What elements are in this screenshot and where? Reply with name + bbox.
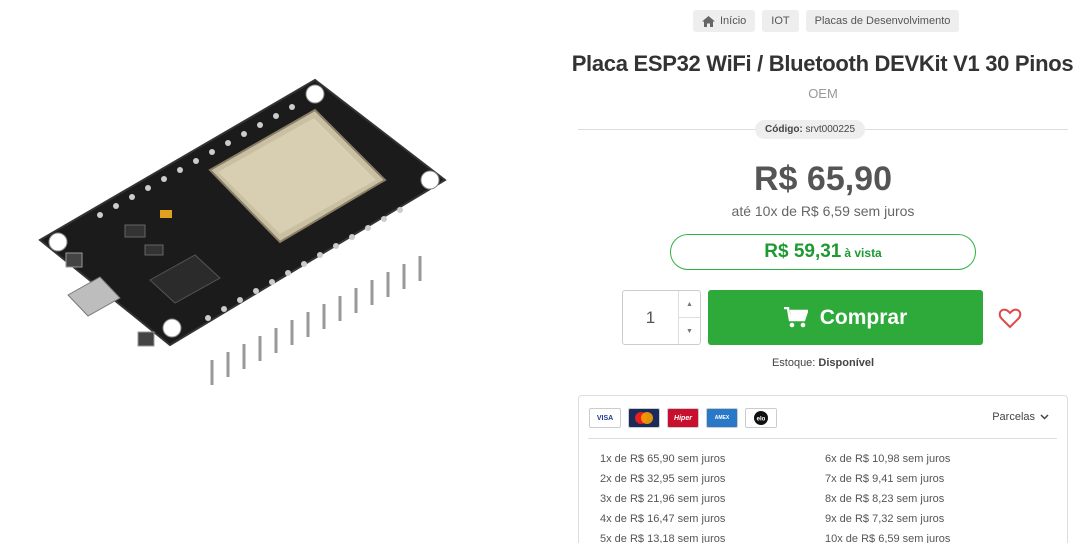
cash-price: R$ 59,31	[764, 241, 842, 262]
buy-button[interactable]: Comprar	[708, 290, 983, 345]
breadcrumb: Início IOT Placas de Desenvolvimento	[693, 10, 960, 32]
hipercard-icon: Hiper	[667, 408, 699, 428]
installment-item: 8x de R$ 8,23 sem juros	[825, 493, 945, 505]
installment-item: 1x de R$ 65,90 sem juros	[600, 453, 726, 465]
quantity-increment-button[interactable]: ▲	[679, 291, 700, 317]
breadcrumb-item-placas[interactable]: Placas de Desenvolvimento	[805, 10, 960, 32]
product-price: R$ 65,90	[754, 160, 892, 198]
installment-item: 7x de R$ 9,41 sem juros	[825, 473, 945, 485]
breadcrumb-label: Placas de Desenvolvimento	[814, 15, 951, 27]
breadcrumb-item-iot[interactable]: IOT	[762, 10, 799, 32]
quantity-input[interactable]: 1	[623, 291, 678, 344]
breadcrumb-item-home[interactable]: Início	[693, 10, 756, 32]
quantity-stepper: 1 ▲ ▼	[622, 290, 701, 345]
stock-value: Disponível	[818, 357, 875, 369]
product-title: Placa ESP32 WiFi / Bluetooth DEVKit V1 3…	[571, 51, 1074, 76]
installment-item: 5x de R$ 13,18 sem juros	[600, 533, 726, 543]
payment-box: VISA Hiper AMEX elo Parcelas 1x de R$ 65…	[578, 395, 1068, 543]
sku-value: srvt000225	[805, 124, 856, 135]
american-express-icon: AMEX	[706, 408, 738, 428]
heart-icon[interactable]	[998, 306, 1022, 330]
breadcrumb-label: IOT	[771, 15, 790, 27]
sku-label: Código:	[765, 124, 803, 135]
installment-item: 10x de R$ 6,59 sem juros	[825, 533, 951, 543]
card-brands: VISA Hiper AMEX elo	[589, 408, 777, 428]
shopping-cart-icon	[783, 306, 808, 327]
visa-icon: VISA	[589, 408, 621, 428]
elo-icon: elo	[745, 408, 777, 428]
cash-price-box: R$ 59,31 à vista	[670, 234, 976, 270]
stock-status: Estoque: Disponível	[580, 357, 1066, 369]
installments-text: até 10x de R$ 6,59 sem juros	[731, 203, 915, 219]
mastercard-icon	[628, 408, 660, 428]
chevron-down-icon: ▼	[686, 327, 693, 335]
parcelas-label: Parcelas	[992, 411, 1035, 423]
chevron-up-icon: ▲	[686, 300, 693, 308]
divider	[588, 438, 1057, 439]
installment-item: 9x de R$ 7,32 sem juros	[825, 513, 945, 525]
installment-list-left: 1x de R$ 65,90 sem juros 2x de R$ 32,95 …	[600, 452, 725, 543]
installment-item: 6x de R$ 10,98 sem juros	[825, 453, 951, 465]
product-brand[interactable]: OEM	[580, 86, 1066, 101]
installment-item: 3x de R$ 21,96 sem juros	[600, 493, 726, 505]
installment-item: 2x de R$ 32,95 sem juros	[600, 473, 726, 485]
svg-text:elo: elo	[757, 417, 766, 423]
parcelas-toggle[interactable]: Parcelas	[992, 411, 1049, 423]
installment-item: 4x de R$ 16,47 sem juros	[600, 513, 726, 525]
home-icon	[702, 15, 715, 27]
cash-label: à vista	[844, 246, 882, 260]
chevron-down-icon	[1040, 414, 1049, 420]
stock-label: Estoque:	[771, 357, 816, 369]
installment-list-right: 6x de R$ 10,98 sem juros 7x de R$ 9,41 s…	[825, 452, 950, 543]
sku-badge: Código: srvt000225	[755, 120, 866, 139]
breadcrumb-label: Início	[720, 15, 747, 27]
buy-button-label: Comprar	[819, 305, 908, 329]
product-image	[38, 78, 447, 385]
quantity-decrement-button[interactable]: ▼	[679, 317, 700, 344]
